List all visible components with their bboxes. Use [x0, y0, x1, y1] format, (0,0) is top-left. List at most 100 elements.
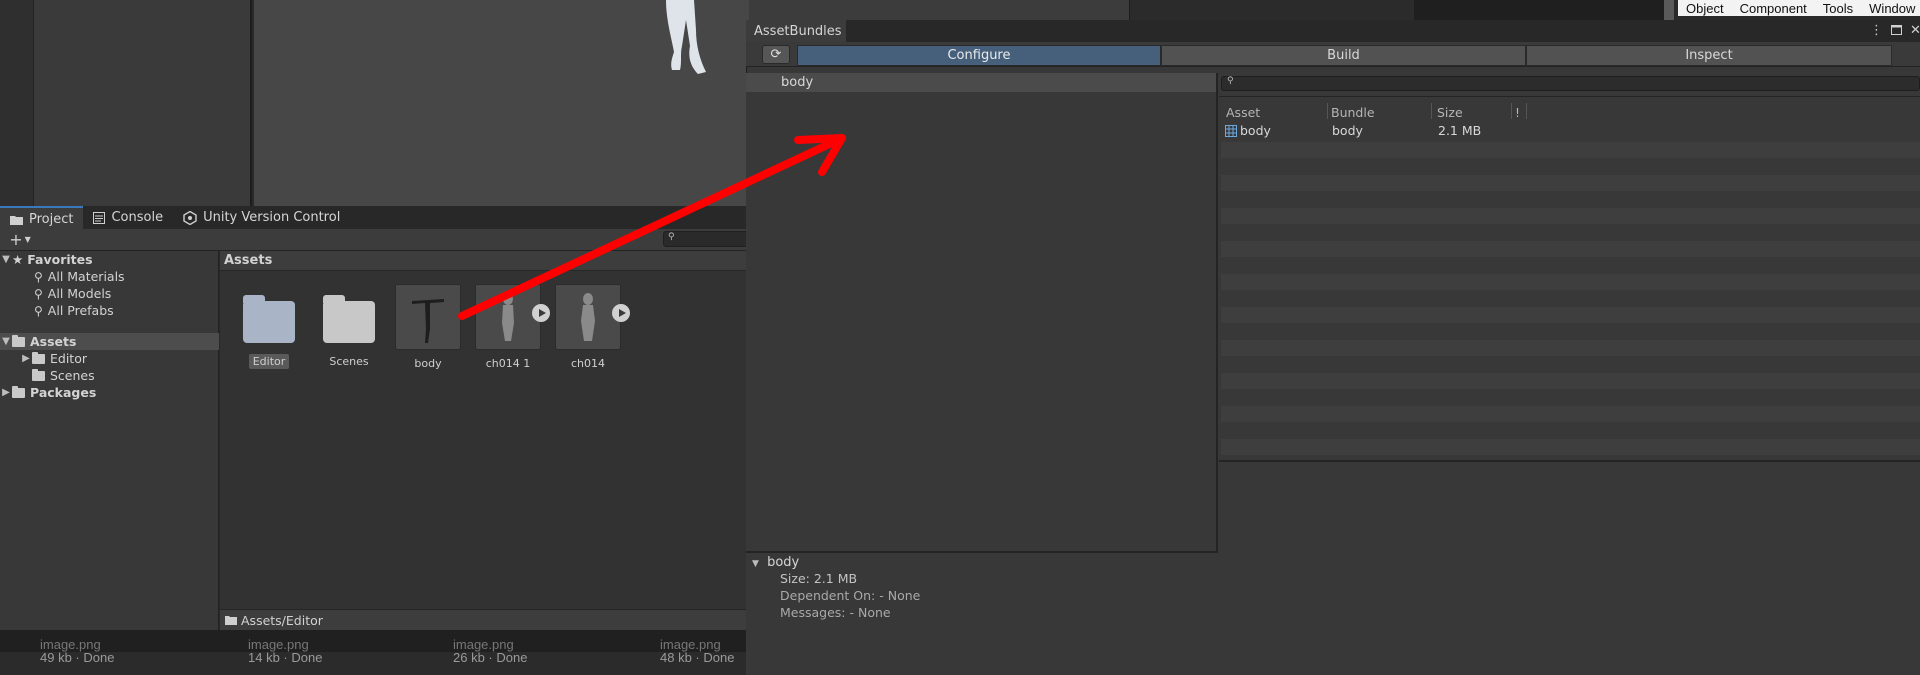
- window-tab-assetbundles[interactable]: AssetBundles: [746, 20, 846, 42]
- menu-object[interactable]: Object: [1678, 1, 1732, 16]
- table-row-empty: [1221, 307, 1920, 323]
- folder-icon: [243, 295, 295, 343]
- add-button[interactable]: + ▼: [6, 229, 34, 249]
- tree-assets[interactable]: ▼ Assets: [0, 333, 219, 350]
- detail-header[interactable]: ▼ body: [752, 555, 799, 570]
- folder-open-icon: [12, 334, 25, 347]
- table-row-empty: [1221, 175, 1920, 191]
- search-icon: ⚲: [668, 232, 675, 242]
- hierarchy-panel: [0, 0, 252, 206]
- play-icon[interactable]: [612, 304, 630, 322]
- model-thumbnail: [395, 284, 461, 350]
- column-header-bundle[interactable]: Bundle: [1331, 105, 1375, 120]
- tab-label: Unity Version Control: [203, 210, 341, 225]
- table-row-empty: [1221, 406, 1920, 422]
- column-divider[interactable]: [1327, 103, 1328, 119]
- tree-item-all-materials[interactable]: ⚲ All Materials: [0, 268, 253, 285]
- asset-label: ch014 1: [485, 357, 531, 370]
- tree-label: Scenes: [50, 368, 95, 383]
- download-name: image.png: [453, 637, 514, 652]
- folder-icon: [10, 214, 23, 225]
- refresh-icon: ⟳: [770, 47, 782, 62]
- bundle-list[interactable]: [746, 73, 1218, 551]
- toolbar-strip: [1129, 0, 1414, 20]
- window-controls: ⋮ ✕: [1870, 20, 1920, 40]
- project-search-input[interactable]: ⚲: [663, 231, 753, 247]
- tree-favorites[interactable]: ▼ ★ Favorites: [0, 251, 219, 268]
- project-toolbar: [0, 229, 746, 251]
- column-header-flag[interactable]: !: [1515, 105, 1520, 120]
- column-divider[interactable]: [1526, 103, 1527, 119]
- tab-version-control[interactable]: Unity Version Control: [173, 206, 350, 229]
- status-bar: [0, 630, 750, 652]
- toolbar-strip: [749, 0, 1129, 20]
- download-status: 49 kb · Done: [40, 650, 115, 665]
- project-tree: ▼ ★ Favorites ⚲ All Materials ⚲ All Mode…: [0, 251, 219, 630]
- folder-icon: [32, 351, 45, 364]
- tab-console[interactable]: Console: [83, 206, 173, 229]
- download-item[interactable]: image.png 14 kb · Done: [248, 637, 323, 665]
- maximize-icon[interactable]: [1891, 25, 1902, 35]
- asset-ch014-model[interactable]: ch014: [553, 284, 623, 371]
- search-icon: ⚲: [1227, 76, 1234, 86]
- close-icon[interactable]: ✕: [1910, 23, 1920, 38]
- asset-scenes-folder[interactable]: Scenes: [314, 284, 384, 369]
- table-row-empty: [1221, 142, 1920, 158]
- path-bar: Assets/Editor: [220, 609, 746, 630]
- scene-view[interactable]: [254, 0, 749, 206]
- window-title-bar: [746, 20, 1920, 42]
- column-header-size[interactable]: Size: [1437, 105, 1463, 120]
- table-row-empty: [1221, 340, 1920, 356]
- tree-label: Favorites: [27, 252, 93, 267]
- search-icon: ⚲: [34, 303, 43, 318]
- console-icon: [93, 211, 106, 224]
- download-status: 14 kb · Done: [248, 650, 323, 665]
- table-row-empty: [1221, 274, 1920, 290]
- tab-configure[interactable]: Configure: [797, 45, 1161, 66]
- asset-body-model[interactable]: body: [393, 284, 463, 371]
- scrollbar[interactable]: [1664, 0, 1674, 20]
- assets-header: Assets: [220, 251, 746, 271]
- asset-search-input[interactable]: ⚲: [1221, 76, 1920, 91]
- column-header-asset[interactable]: Asset: [1226, 105, 1260, 120]
- toolbar-strip: [1414, 0, 1664, 20]
- tab-project[interactable]: Project: [0, 206, 84, 231]
- asset-ch014-1-model[interactable]: ch014 1: [473, 284, 543, 371]
- model-thumbnail: [475, 284, 541, 350]
- expand-arrow-icon[interactable]: ▼: [752, 559, 759, 569]
- tree-packages[interactable]: ▶ Packages: [0, 384, 219, 401]
- more-options-icon[interactable]: ⋮: [1870, 23, 1883, 38]
- table-row-empty: [1221, 373, 1920, 389]
- tree-item-editor[interactable]: ▶ Editor: [0, 350, 239, 367]
- tab-inspect[interactable]: Inspect: [1526, 45, 1892, 66]
- menu-tools[interactable]: Tools: [1815, 1, 1861, 16]
- menu-component[interactable]: Component: [1732, 1, 1815, 16]
- asset-editor-folder[interactable]: Editor: [234, 284, 304, 369]
- detail-bundle-name: body: [767, 555, 800, 570]
- tree-item-scenes[interactable]: Scenes: [0, 367, 251, 384]
- download-item[interactable]: image.png 49 kb · Done: [40, 637, 115, 665]
- tree-label: Assets: [30, 334, 77, 349]
- table-row[interactable]: [1221, 123, 1920, 139]
- bundle-row[interactable]: body: [746, 73, 1216, 92]
- chevron-down-icon: ▼: [24, 234, 31, 244]
- main-menu: Object Component Tools Window: [1678, 0, 1920, 16]
- expand-arrow-icon[interactable]: ▼: [0, 336, 12, 347]
- play-icon[interactable]: [532, 304, 550, 322]
- cell-asset: body: [1240, 123, 1271, 138]
- menu-window[interactable]: Window: [1861, 1, 1920, 16]
- asset-detail-pane: [1219, 460, 1920, 675]
- tree-item-all-models[interactable]: ⚲ All Models: [0, 285, 253, 302]
- column-divider[interactable]: [1511, 103, 1512, 119]
- project-tab-bar: Project Console Unity Version Control: [0, 206, 746, 231]
- expand-arrow-icon[interactable]: ▶: [0, 387, 12, 398]
- tree-item-all-prefabs[interactable]: ⚲ All Prefabs: [0, 302, 253, 319]
- tab-build[interactable]: Build: [1161, 45, 1526, 66]
- expand-arrow-icon[interactable]: ▼: [0, 254, 12, 265]
- expand-arrow-icon[interactable]: ▶: [20, 353, 32, 364]
- download-item[interactable]: image.png 48 kb · Done: [660, 637, 734, 665]
- folder-icon: [225, 615, 237, 625]
- column-divider[interactable]: [1431, 103, 1432, 119]
- download-item[interactable]: image.png 26 kb · Done: [453, 637, 527, 665]
- refresh-button[interactable]: ⟳: [762, 45, 790, 64]
